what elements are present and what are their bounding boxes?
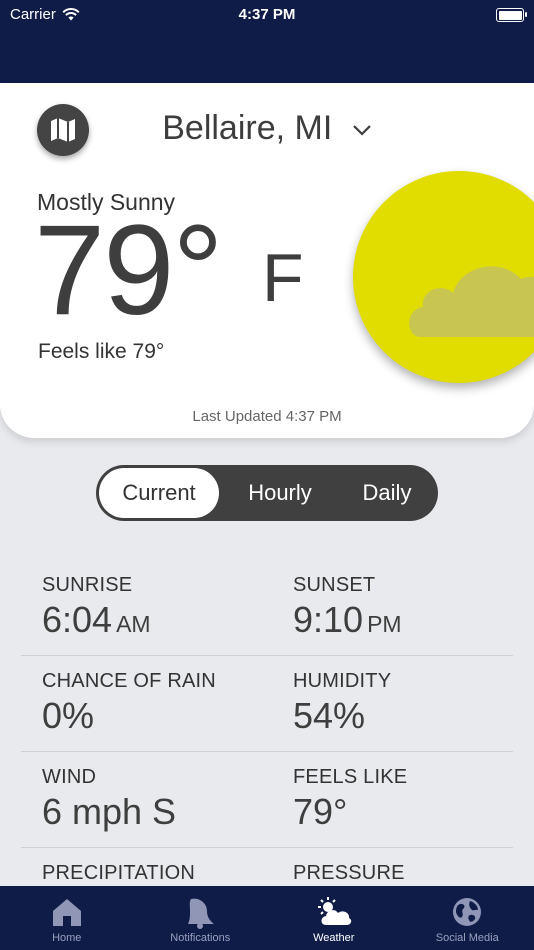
tab-social-media[interactable]: Social Media: [401, 886, 534, 950]
details-row: PRECIPITATION PRESSURE: [21, 848, 513, 886]
precipitation-label: PRECIPITATION: [42, 862, 195, 884]
humidity-label: HUMIDITY: [293, 670, 392, 692]
tab-home[interactable]: Home: [0, 886, 134, 950]
wind-label: WIND: [42, 766, 97, 788]
battery-icon: [496, 8, 527, 22]
precipitation-cell: PRECIPITATION: [42, 862, 195, 885]
tab-weather[interactable]: Weather: [267, 886, 401, 950]
globe-icon: [453, 898, 482, 926]
cloud-icon: [409, 266, 534, 337]
feels-like-label: FEELS LIKE: [293, 766, 408, 788]
segment-hourly[interactable]: Hourly: [221, 468, 339, 518]
tab-notifications[interactable]: Notifications: [134, 886, 268, 950]
weather-details-list: SUNRISE 6:04 AM SUNSET 9:10 PM CHANCE OF R…: [21, 560, 513, 886]
wind-cell: WIND 6 mph S: [42, 766, 176, 833]
pressure-label: PRESSURE: [293, 862, 405, 884]
tab-notifications-label: Notifications: [170, 932, 231, 944]
sunrise-label: SUNRISE: [42, 574, 133, 596]
tab-home-label: Home: [52, 932, 82, 944]
humidity-cell: HUMIDITY 54%: [293, 670, 391, 737]
sunrise-value: 6:04 AM: [42, 599, 151, 640]
feels-like-text: Feels like 79°: [38, 340, 165, 363]
details-row: CHANCE OF RAIN 0% HUMIDITY 54%: [21, 656, 513, 752]
tab-social-media-label: Social Media: [435, 932, 499, 944]
sunset-value: 9:10 PM: [293, 599, 402, 640]
feels-like-cell: FEELS LIKE 79°: [293, 766, 407, 833]
sunrise-cell: SUNRISE 6:04 AM: [42, 574, 151, 641]
location-selector[interactable]: Bellaire, MI: [0, 109, 534, 148]
humidity-value: 54%: [293, 695, 366, 736]
feels-like-value: 79°: [293, 791, 348, 832]
sunset-label: SUNSET: [293, 574, 376, 596]
status-time: 4:37 PM: [238, 6, 296, 23]
status-bar: Carrier 4:37 PM: [0, 4, 534, 26]
weather-icon: [317, 897, 351, 925]
chevron-down-icon: [352, 125, 371, 136]
top-navigation-bar: Carrier 4:37 PM: [0, 0, 534, 83]
temperature-unit: F: [262, 240, 304, 316]
sunset-cell: SUNSET 9:10 PM: [293, 574, 402, 641]
bottom-tab-bar: Home Notifications Weather Social Media: [0, 886, 534, 950]
pressure-cell: PRESSURE: [293, 862, 405, 885]
weather-condition-icon: [353, 171, 534, 383]
location-name: Bellaire, MI: [162, 109, 333, 147]
wind-value: 6 mph S: [42, 791, 177, 832]
home-icon: [52, 899, 81, 926]
tab-weather-label: Weather: [313, 932, 355, 944]
chance-of-rain-value: 0%: [42, 695, 95, 736]
segment-current[interactable]: Current: [99, 468, 219, 518]
details-row: WIND 6 mph S FEELS LIKE 79°: [21, 752, 513, 848]
forecast-segmented-control: Current Hourly Daily: [96, 465, 438, 521]
details-row: SUNRISE 6:04 AM SUNSET 9:10 PM: [21, 560, 513, 656]
current-temperature: 79°: [34, 199, 224, 342]
segment-daily[interactable]: Daily: [339, 468, 435, 518]
bell-icon: [188, 898, 215, 929]
current-weather-card: Bellaire, MI Mostly Sunny 79° F Feels li…: [0, 83, 534, 438]
chance-of-rain-cell: CHANCE OF RAIN 0%: [42, 670, 216, 737]
chance-of-rain-label: CHANCE OF RAIN: [42, 670, 216, 692]
last-updated-text: Last Updated 4:37 PM: [192, 408, 342, 425]
